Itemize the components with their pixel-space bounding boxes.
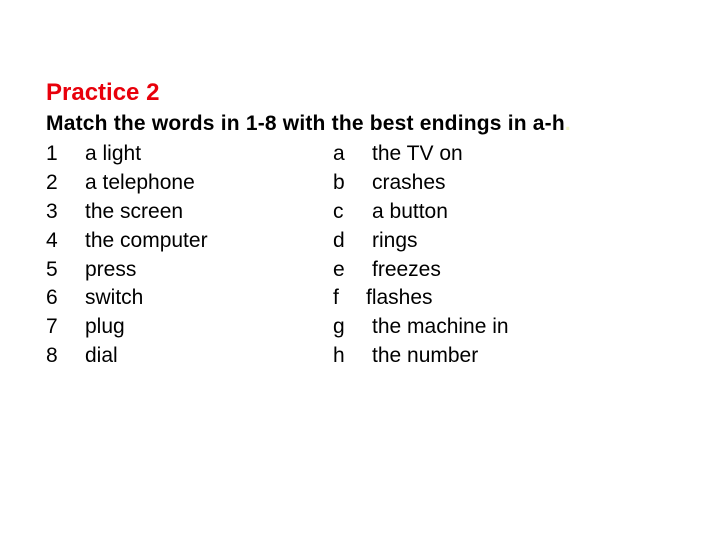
instruction-label: Match the words in 1-8 with the best end… xyxy=(46,112,565,135)
match-row: 3 the screen c a button xyxy=(0,197,720,226)
item-number: 8 xyxy=(46,344,58,367)
item-word: dial xyxy=(85,344,118,367)
item-word: press xyxy=(85,258,137,281)
item-number: 3 xyxy=(46,200,58,223)
ending-letter: e xyxy=(333,258,345,281)
ending-text: a button xyxy=(372,200,448,223)
item-number: 1 xyxy=(46,142,58,165)
ending-text: rings xyxy=(372,229,418,252)
ending-letter: c xyxy=(333,200,344,223)
match-row: 5 press e freezes xyxy=(0,255,720,284)
instruction-text: Match the words in 1-8 with the best end… xyxy=(46,110,571,138)
ending-text: the machine in xyxy=(372,315,509,338)
item-word: the computer xyxy=(85,229,208,252)
ending-letter: d xyxy=(333,229,345,252)
item-word: switch xyxy=(85,286,144,309)
ending-letter: b xyxy=(333,171,345,194)
match-row: 8 dial h the number xyxy=(0,341,720,370)
match-row: 2 a telephone b crashes xyxy=(0,168,720,197)
ending-text: flashes xyxy=(366,286,433,309)
item-number: 5 xyxy=(46,258,58,281)
ending-text: the number xyxy=(372,344,479,367)
item-word: the screen xyxy=(85,200,184,223)
ending-letter: h xyxy=(333,344,345,367)
match-row: 4 the computer d rings xyxy=(0,226,720,255)
item-number: 2 xyxy=(46,171,58,194)
ending-text: the TV on xyxy=(372,142,463,165)
page-title: Practice 2 xyxy=(46,79,160,106)
instruction-period: . xyxy=(564,112,571,135)
ending-letter: g xyxy=(333,315,345,338)
ending-text: freezes xyxy=(372,258,441,281)
item-word: a telephone xyxy=(85,171,195,194)
item-number: 4 xyxy=(46,229,58,252)
item-word: plug xyxy=(85,315,125,338)
match-row: 6 switch f flashes xyxy=(0,283,720,312)
item-number: 6 xyxy=(46,286,58,309)
item-number: 7 xyxy=(46,315,58,338)
ending-letter: f xyxy=(333,286,339,309)
ending-letter: a xyxy=(333,142,345,165)
match-row: 1 a light a the TV on xyxy=(0,139,720,168)
match-row: 7 plug g the machine in xyxy=(0,312,720,341)
item-word: a light xyxy=(85,142,142,165)
ending-text: crashes xyxy=(372,171,446,194)
